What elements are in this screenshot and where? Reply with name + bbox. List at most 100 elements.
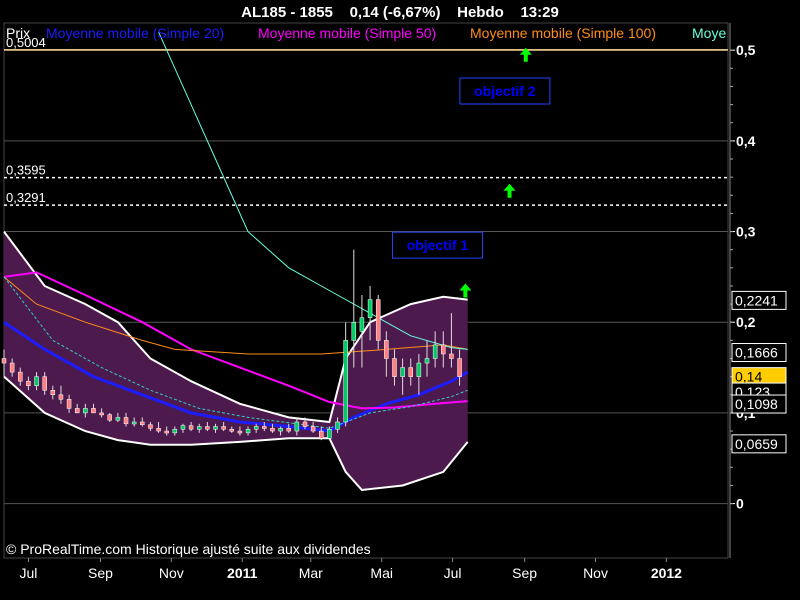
y-tick-label: 0,2 bbox=[736, 314, 756, 330]
title-spacer bbox=[504, 4, 521, 21]
candle-body bbox=[18, 371, 23, 382]
candle-body bbox=[66, 399, 72, 409]
legend-item: Moyenne mobile (Simple 50) bbox=[258, 25, 436, 41]
candle-body bbox=[359, 317, 365, 332]
candle-body bbox=[294, 421, 300, 432]
candle-body bbox=[140, 421, 145, 425]
candle-body bbox=[310, 426, 316, 432]
candle-body bbox=[343, 340, 348, 423]
y-tick-label: 0,3 bbox=[736, 224, 756, 240]
arrow-up-icon bbox=[503, 183, 516, 198]
candle-body bbox=[384, 340, 389, 359]
x-tick-label: Sep bbox=[512, 565, 537, 581]
candle-body bbox=[188, 425, 194, 430]
price-tag-label: 0,2241 bbox=[735, 292, 778, 308]
candle-body bbox=[327, 428, 332, 439]
candle-body bbox=[99, 412, 104, 416]
title-spacer bbox=[333, 4, 350, 21]
x-tick-label: Mai bbox=[370, 565, 393, 581]
title-part: Hebdo bbox=[457, 4, 504, 21]
level-label: 0,3291 bbox=[6, 190, 46, 205]
price-tag-label: 0,1098 bbox=[735, 396, 778, 412]
candle-body bbox=[9, 362, 15, 373]
title-part: AL185 - 1855 bbox=[241, 4, 333, 21]
candle-body bbox=[262, 426, 267, 429]
candle-body bbox=[449, 353, 454, 359]
candle-body bbox=[400, 367, 405, 377]
candle-body bbox=[351, 321, 357, 341]
objective-label: objectif 1 bbox=[407, 237, 469, 253]
candle-body bbox=[229, 428, 235, 432]
x-tick-label: Nov bbox=[159, 565, 184, 581]
candle-body bbox=[213, 426, 218, 430]
candle-body bbox=[367, 299, 373, 318]
candle-body bbox=[335, 421, 340, 430]
candle-body bbox=[26, 380, 31, 386]
candle-body bbox=[302, 421, 308, 427]
candle-body bbox=[375, 299, 381, 341]
candle-body bbox=[156, 428, 161, 432]
legend-item: Moyenne mobile (Simple 100) bbox=[470, 25, 656, 41]
candle-body bbox=[237, 430, 243, 434]
copyright-text: © ProRealTime.com Historique ajusté suit… bbox=[6, 541, 371, 557]
candle-body bbox=[164, 430, 169, 434]
candle-body bbox=[34, 376, 39, 386]
candle-body bbox=[392, 358, 397, 377]
x-tick-label: 2011 bbox=[227, 565, 258, 581]
chart-window: 0,5004 0,3595 0,3291 objectif 1 objectif 2 … bbox=[0, 0, 800, 600]
candle-body bbox=[50, 389, 56, 396]
bollinger-band-fill bbox=[4, 231, 468, 490]
candle-body bbox=[319, 430, 324, 439]
candle-body bbox=[58, 394, 64, 400]
candle-body bbox=[441, 344, 446, 355]
candle-body bbox=[42, 376, 47, 391]
candle-body bbox=[91, 408, 96, 414]
title-part: 13:29 bbox=[520, 4, 558, 21]
candle-body bbox=[196, 426, 202, 430]
candle-body bbox=[424, 358, 430, 364]
y-tick-label: 0,4 bbox=[736, 133, 756, 149]
x-tick-label: 2012 bbox=[651, 565, 682, 581]
candle-body bbox=[115, 417, 121, 421]
candle-body bbox=[408, 367, 413, 377]
candle-body bbox=[131, 421, 137, 425]
objective-label: objectif 2 bbox=[474, 83, 536, 99]
legend-item: Moye bbox=[692, 25, 726, 41]
x-tick-label: Mar bbox=[299, 565, 323, 581]
title-spacer bbox=[440, 4, 457, 21]
y-tick-label: 0,5 bbox=[736, 42, 756, 58]
candle-body bbox=[180, 425, 186, 430]
candle-body bbox=[457, 358, 462, 377]
price-tag-label: 0,0659 bbox=[735, 436, 778, 452]
candle-body bbox=[123, 417, 129, 425]
candle-body bbox=[148, 424, 153, 429]
chart-title: AL185 - 1855 0,14 (-6,67%) Hebdo 13:29 bbox=[241, 4, 559, 21]
candle-body bbox=[83, 408, 88, 414]
level-label: 0,3595 bbox=[6, 163, 46, 178]
candle-body bbox=[416, 362, 422, 377]
legend-item: Prix bbox=[6, 25, 30, 41]
x-tick-label: Nov bbox=[583, 565, 608, 581]
candle-body bbox=[74, 408, 80, 414]
candle-body bbox=[245, 428, 251, 434]
candle-body bbox=[1, 358, 7, 364]
y-tick-label: 0 bbox=[736, 496, 744, 512]
candle-body bbox=[432, 344, 438, 359]
candle-body bbox=[286, 428, 291, 432]
price-tag-label: 0,1666 bbox=[735, 345, 778, 361]
title-part: 0,14 (-6,67%) bbox=[350, 4, 441, 21]
candle-body bbox=[253, 426, 259, 430]
price-chart: 0,50040,35950,3291 objectif 1objectif 2 … bbox=[1, 4, 787, 581]
x-tick-label: Sep bbox=[88, 565, 113, 581]
x-tick-label: Jul bbox=[19, 565, 37, 581]
candle-body bbox=[278, 428, 283, 432]
x-tick-label: Jul bbox=[444, 565, 462, 581]
candle-body bbox=[221, 426, 226, 430]
candle-body bbox=[107, 414, 113, 421]
legend-item: Moyenne mobile (Simple 20) bbox=[46, 25, 224, 41]
candle-body bbox=[270, 428, 275, 432]
arrow-up-icon bbox=[459, 283, 472, 298]
candle-body bbox=[172, 428, 178, 434]
candle-body bbox=[205, 426, 210, 430]
price-tag-label: 0,14 bbox=[735, 369, 762, 385]
